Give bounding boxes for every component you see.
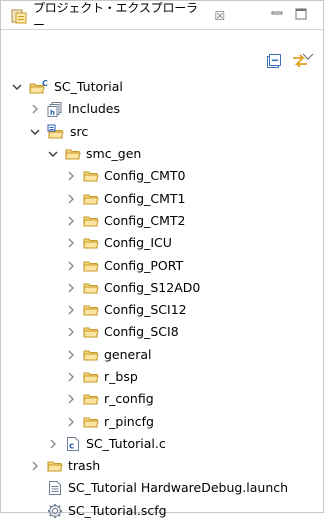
c-file-icon: c: [65, 436, 81, 452]
folder-icon: [65, 146, 81, 162]
collapsed-chevron-icon[interactable]: [65, 215, 77, 227]
project-tree: C SC_Tutorialh Includes src smc_gen Config_CM…: [1, 76, 323, 522]
collapse-all-button[interactable]: [265, 52, 283, 70]
tree-item[interactable]: Config_CMT1: [1, 187, 323, 209]
tree-item-label: Config_SCI8: [104, 324, 179, 340]
project-explorer-panel: プロジェクト・エクスプローラー ☒ C SC_Tutorial h Includ…: [0, 0, 324, 518]
launch-file-icon: [47, 480, 63, 496]
tree-item-label: SC_Tutorial HardwareDebug.launch: [68, 480, 289, 496]
svg-text:C: C: [42, 79, 48, 88]
tree-item-label: r_config: [104, 391, 154, 407]
chevron-down-icon: [302, 53, 314, 60]
collapsed-chevron-icon[interactable]: [65, 193, 77, 205]
tree-item[interactable]: Config_PORT: [1, 254, 323, 276]
tree-item[interactable]: Config_S12AD0: [1, 277, 323, 299]
minimize-button[interactable]: [269, 7, 285, 21]
tree-item-label: SC_Tutorial: [54, 79, 123, 95]
folder-icon: [83, 213, 99, 229]
collapsed-chevron-icon[interactable]: [65, 393, 77, 405]
minimize-icon: [271, 11, 283, 15]
folder-icon: [47, 458, 63, 474]
collapsed-chevron-icon[interactable]: [65, 349, 77, 361]
folder-icon: [83, 369, 99, 385]
tree-item-label: Config_CMT2: [104, 212, 186, 228]
tree-item-label: trash: [68, 458, 101, 474]
tree-item-label: r_pincfg: [104, 413, 154, 429]
tree-item-label: Config_CMT0: [104, 168, 186, 184]
collapsed-chevron-icon[interactable]: [65, 282, 77, 294]
svg-text:c: c: [69, 441, 74, 451]
collapsed-chevron-icon[interactable]: [65, 416, 77, 428]
tree-item-label: Config_PORT: [104, 257, 184, 273]
tree-item[interactable]: trash: [1, 455, 323, 477]
collapsed-chevron-icon[interactable]: [65, 371, 77, 383]
collapsed-chevron-icon[interactable]: [65, 326, 77, 338]
folder-icon: [83, 347, 99, 363]
gear-file-icon: [47, 503, 63, 519]
tree-item-label: Config_SCI12: [104, 302, 187, 318]
tree-item[interactable]: SC_Tutorial.scfg: [1, 500, 323, 522]
expanded-chevron-icon[interactable]: [47, 148, 59, 160]
tree-item[interactable]: h Includes: [1, 98, 323, 120]
tree-item[interactable]: C SC_Tutorial: [1, 76, 323, 98]
tree-item-label: Config_CMT1: [104, 190, 186, 206]
tab-title: プロジェクト・エクスプローラー: [33, 1, 198, 32]
tree-item-label: Includes: [68, 101, 121, 117]
folder-icon: [83, 235, 99, 251]
includes-icon: h: [47, 101, 63, 118]
folder-icon: [83, 324, 99, 340]
folder-icon: [83, 258, 99, 274]
tree-item-label: smc_gen: [86, 146, 142, 162]
tree-item[interactable]: general: [1, 344, 323, 366]
folder-icon: [83, 302, 99, 318]
view-tab-bar: プロジェクト・エクスプローラー ☒: [1, 1, 323, 32]
expanded-chevron-icon[interactable]: [29, 126, 41, 138]
project-explorer-tab[interactable]: プロジェクト・エクスプローラー ☒: [5, 1, 225, 32]
collapsed-chevron-icon[interactable]: [29, 460, 41, 472]
svg-text:h: h: [50, 109, 55, 117]
tree-item[interactable]: Config_CMT2: [1, 210, 323, 232]
collapsed-chevron-icon[interactable]: [65, 237, 77, 249]
tree-item[interactable]: r_config: [1, 388, 323, 410]
collapsed-chevron-icon[interactable]: [65, 304, 77, 316]
tree-item[interactable]: smc_gen: [1, 143, 323, 165]
collapsed-chevron-icon[interactable]: [47, 438, 59, 450]
folder-icon: [83, 414, 99, 430]
tree-item[interactable]: Config_SCI12: [1, 299, 323, 321]
maximize-icon: [295, 8, 307, 20]
tree-item[interactable]: src: [1, 121, 323, 143]
tree-item-label: r_bsp: [104, 369, 138, 384]
source-folder-icon: [47, 124, 65, 140]
folder-icon: [83, 391, 99, 407]
tree-item[interactable]: Config_CMT0: [1, 165, 323, 187]
collapsed-chevron-icon[interactable]: [65, 170, 77, 182]
folder-icon: [83, 280, 99, 296]
collapsed-chevron-icon[interactable]: [65, 260, 77, 272]
project-explorer-icon: [11, 8, 27, 24]
tree-item-label: SC_Tutorial.scfg: [68, 502, 167, 518]
project-icon: C: [29, 79, 49, 95]
folder-icon: [83, 168, 99, 184]
collapsed-chevron-icon[interactable]: [29, 103, 41, 115]
tree-item[interactable]: r_pincfg: [1, 410, 323, 432]
tree-item-label: SC_Tutorial.c: [86, 435, 166, 451]
tree-item-label: general: [104, 346, 152, 362]
tree-item[interactable]: SC_Tutorial HardwareDebug.launch: [1, 477, 323, 499]
folder-icon: [83, 191, 99, 207]
tree-item-label: Config_S12AD0: [104, 279, 201, 295]
maximize-button[interactable]: [293, 7, 309, 21]
collapse-all-icon: [267, 54, 281, 68]
tree-item[interactable]: Config_ICU: [1, 232, 323, 254]
view-menu-button[interactable]: [301, 49, 315, 63]
tree-item[interactable]: r_bsp: [1, 366, 323, 388]
tree-item-label: Config_ICU: [104, 235, 172, 251]
tree-item[interactable]: Config_SCI8: [1, 321, 323, 343]
expanded-chevron-icon[interactable]: [11, 81, 23, 93]
close-icon[interactable]: ☒: [214, 9, 225, 23]
tree-item-label: src: [70, 123, 89, 139]
tree-item[interactable]: c SC_Tutorial.c: [1, 433, 323, 455]
